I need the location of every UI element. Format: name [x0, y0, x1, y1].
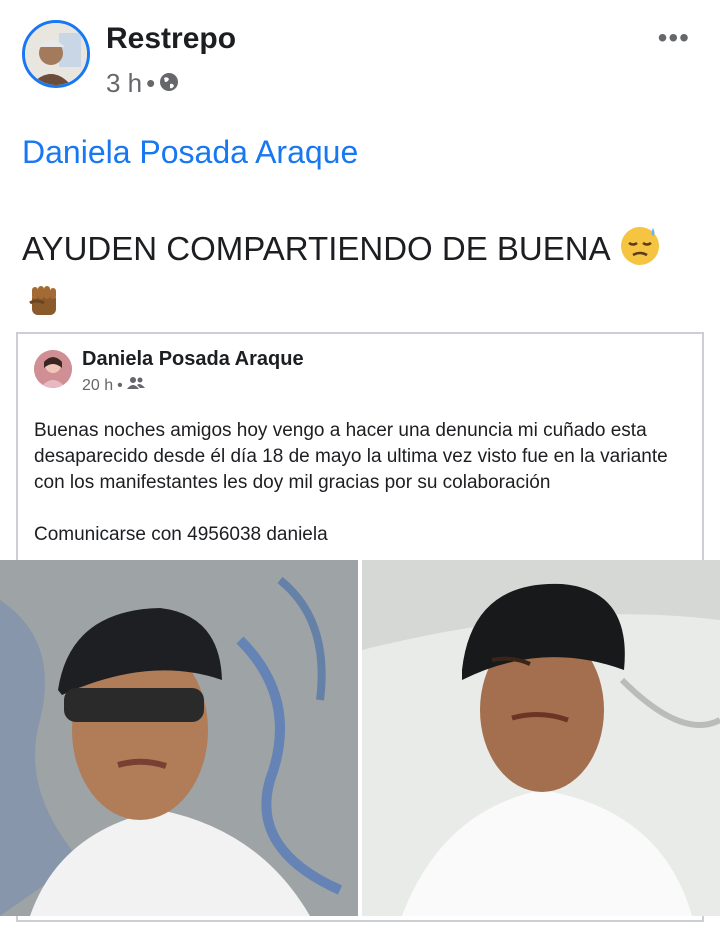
post-meta: 3 h • — [106, 68, 179, 99]
shared-meta-separator: • — [117, 376, 123, 394]
post-text: AYUDEN COMPARTIENDO DE BUENA — [22, 230, 609, 268]
friends-icon — [126, 376, 145, 395]
photo-right[interactable] — [362, 560, 720, 916]
meta-separator: • — [146, 68, 156, 98]
shared-post-contact: Comunicarse con 4956038 daniela — [34, 524, 328, 545]
tagged-profile-link[interactable]: Daniela Posada Araque — [22, 134, 358, 171]
shared-post-text: Buenas noches amigos hoy vengo a hacer u… — [34, 420, 668, 493]
post-time[interactable]: 3 h — [106, 68, 142, 99]
post-author-name[interactable]: Restrepo — [106, 22, 236, 56]
globe-icon — [159, 68, 179, 99]
more-options-button[interactable]: ••• — [658, 22, 690, 54]
shared-post-time[interactable]: 20 h — [82, 377, 113, 395]
photo-left[interactable] — [0, 560, 358, 916]
shared-post-author-name[interactable]: Daniela Posada Araque — [82, 348, 304, 371]
downcast-face-with-sweat-emoji — [618, 224, 662, 279]
shared-author-avatar[interactable] — [34, 350, 72, 388]
shared-post-meta: 20 h • — [82, 376, 145, 395]
post-text-block: AYUDEN COMPARTIENDO DE BUENA — [22, 224, 702, 334]
raised-fist-emoji — [22, 279, 66, 334]
author-avatar[interactable] — [22, 20, 90, 88]
